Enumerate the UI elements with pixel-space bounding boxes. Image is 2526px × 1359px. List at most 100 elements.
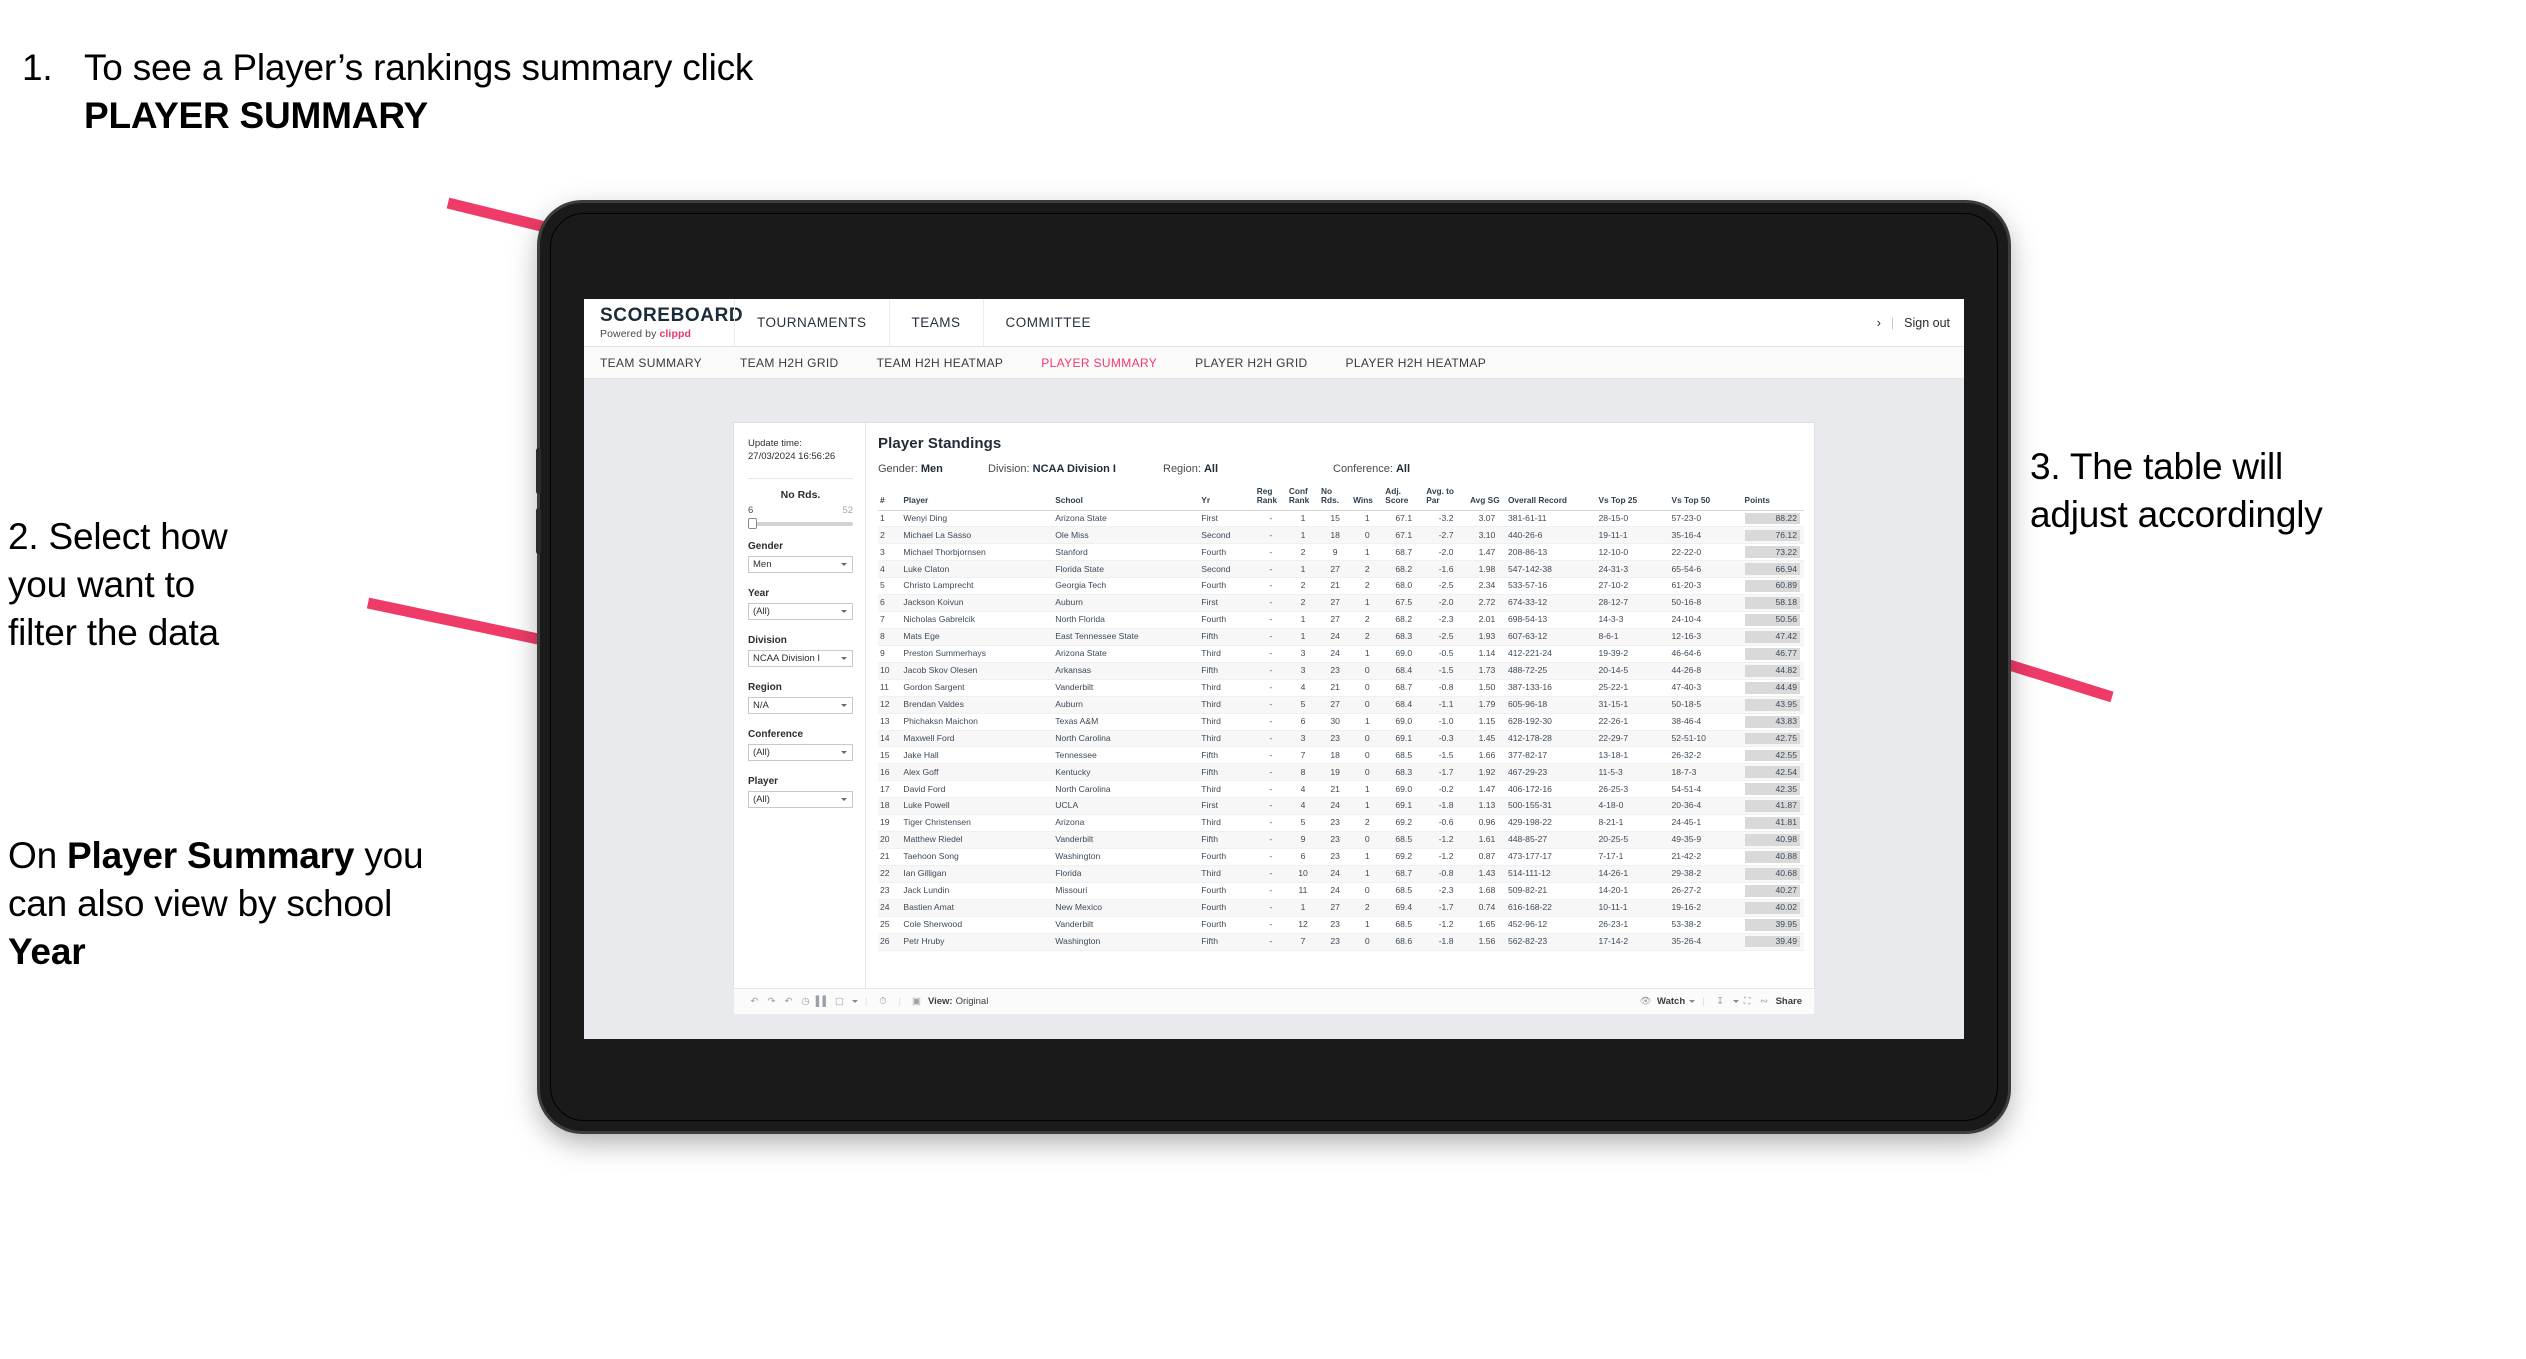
col-player[interactable]: Player	[901, 485, 1054, 511]
view-shape-icon[interactable]: ▢	[831, 993, 848, 1010]
table-row[interactable]: 11 Gordon Sargent Vanderbilt Third -4 21 0 68.7…	[878, 679, 1804, 697]
filter-gender-select[interactable]: Men	[748, 555, 853, 573]
cell-yr: Third	[1199, 645, 1255, 663]
cell-school: Washington	[1053, 933, 1200, 951]
watch-label[interactable]: Watch	[1657, 996, 1685, 1007]
table-row[interactable]: 14 Maxwell Ford North Carolina Third -3 23 0 69…	[878, 730, 1804, 748]
no-rounds-slider-track[interactable]	[748, 518, 853, 530]
table-row[interactable]: 13 Phichaksn Maichon Texas A&M Third -6 30 1 69…	[878, 713, 1804, 731]
chevron-down-icon[interactable]	[1732, 1000, 1739, 1003]
cell-points: 40.68	[1742, 865, 1804, 883]
cell-reg-rank: -	[1254, 611, 1287, 630]
alerts-clock-icon[interactable]: ⏱	[874, 993, 891, 1010]
view-original-icon[interactable]: ▣	[908, 993, 925, 1010]
table-row[interactable]: 7 Nicholas Gabrelcik North Florida Fourth -1…	[878, 611, 1804, 630]
tab-team-h2h-heatmap[interactable]: TEAM H2H HEATMAP	[877, 356, 1024, 370]
chevron-down-icon[interactable]	[852, 1000, 858, 1003]
cell-vs-top-50: 24-45-1	[1669, 814, 1743, 833]
cell-wins: 0	[1351, 831, 1384, 849]
cell-school: Vanderbilt	[1053, 831, 1200, 849]
col-avg-sg[interactable]: Avg SG	[1468, 485, 1506, 511]
revert-icon[interactable]: ↶	[780, 993, 797, 1010]
table-row[interactable]: 6 Jackson Koivun Auburn First -2 27 1 67.5 -2.0 2…	[878, 594, 1804, 613]
cell-vs-top-25: 14-26-1	[1596, 865, 1670, 883]
col-vs-top-25[interactable]: Vs Top 25	[1596, 485, 1670, 511]
sign-out-link[interactable]: Sign out	[1904, 316, 1950, 330]
nav-item-teams[interactable]: TEAMS	[888, 299, 983, 346]
chevron-down-icon[interactable]	[1689, 1000, 1696, 1003]
no-rounds-slider-handle[interactable]	[748, 518, 757, 530]
table-row[interactable]: 10 Jacob Skov Olesen Arkansas Fifth -3 23 0 68.…	[878, 662, 1804, 680]
watch-eye-icon[interactable]: 👁	[1637, 993, 1654, 1010]
redo-icon[interactable]: ↷	[763, 993, 780, 1010]
table-row[interactable]: 3 Michael Thorbjornsen Stanford Fourth -2 9 1 6…	[878, 543, 1804, 562]
summary-division-value: NCAA Division I	[1032, 463, 1116, 475]
fullscreen-icon[interactable]: ⛶	[1739, 993, 1756, 1010]
table-row[interactable]: 20 Matthew Riedel Vanderbilt Fifth -9 23 0 68.5…	[878, 831, 1804, 849]
table-row[interactable]: 21 Taehoon Song Washington Fourth -6 23 1 69.2-…	[878, 848, 1804, 866]
col-no-rounds[interactable]: No Rds.	[1319, 485, 1352, 511]
nav-item-tournaments[interactable]: TOURNAMENTS	[734, 299, 889, 346]
table-row[interactable]: 5 Christo Lamprecht Georgia Tech Fourth -2 21…	[878, 577, 1804, 596]
refresh-icon[interactable]: ◷	[797, 993, 814, 1010]
col-overall-record[interactable]: Overall Record	[1505, 485, 1597, 511]
filter-conference-select[interactable]: (All)	[748, 743, 853, 761]
tab-player-h2h-heatmap[interactable]: PLAYER H2H HEATMAP	[1346, 356, 1507, 370]
col-points[interactable]: Points	[1742, 485, 1804, 511]
table-row[interactable]: 9 Preston Summerhays Arizona State Third -3 2…	[878, 645, 1804, 663]
cell-school: Ole Miss	[1053, 526, 1200, 545]
table-row[interactable]: 23 Jack Lundin Missouri Fourth -11 24 0 68.5 -2.…	[878, 882, 1804, 900]
col-vs-top-50[interactable]: Vs Top 50	[1669, 485, 1743, 511]
cell-points: 40.02	[1742, 899, 1804, 917]
table-row[interactable]: 19 Tiger Christensen Arizona Third -5 23 2 69.2…	[878, 814, 1804, 833]
download-icon[interactable]: ↧	[1712, 993, 1729, 1010]
table-row[interactable]: 16 Alex Goff Kentucky Fifth -8 19 0 68.3 -1.7 1.9…	[878, 763, 1804, 782]
filter-division-select[interactable]: NCAA Division I	[748, 649, 853, 667]
table-row[interactable]: 4 Luke Claton Florida State Second -1 27 2 68.2…	[878, 560, 1804, 579]
nav-item-committee[interactable]: COMMITTEE	[982, 299, 1114, 346]
col-wins[interactable]: Wins	[1351, 485, 1384, 511]
table-row[interactable]: 17 David Ford North Carolina Third -4 21 1 69.0…	[878, 780, 1804, 799]
table-row[interactable]: 2 Michael La Sasso Ole Miss Second -1 18 0 67.1…	[878, 526, 1804, 545]
col-rank[interactable]: #	[878, 485, 902, 511]
col-school[interactable]: School	[1053, 485, 1200, 511]
filter-player-select[interactable]: (All)	[748, 790, 853, 808]
col-reg-rank[interactable]: Reg Rank	[1254, 485, 1287, 511]
cell-conf-rank: 3	[1286, 645, 1320, 663]
undo-icon[interactable]: ↶	[746, 993, 763, 1010]
tab-team-summary[interactable]: TEAM SUMMARY	[600, 356, 722, 370]
filter-year-select[interactable]: (All)	[748, 602, 853, 620]
table-row[interactable]: 18 Luke Powell UCLA First -4 24 1 69.1 -1.8 1.13 5…	[878, 797, 1804, 816]
points-value: 40.27	[1744, 884, 1800, 897]
pause-updates-icon[interactable]: ▌▌	[814, 993, 831, 1010]
account-chevron-icon[interactable]: ›	[1877, 316, 1881, 330]
cell-no-rds: 27	[1319, 560, 1352, 579]
tab-team-h2h-grid[interactable]: TEAM H2H GRID	[740, 356, 859, 370]
table-row[interactable]: 25 Cole Sherwood Vanderbilt Fourth -12 23 1 68.…	[878, 916, 1804, 934]
cell-: 5	[878, 577, 902, 596]
cell-points: 40.27	[1742, 882, 1804, 900]
cell-points: 44.82	[1742, 662, 1804, 680]
col-adj-score[interactable]: Adj. Score	[1383, 485, 1425, 511]
table-row[interactable]: 1 Wenyi Ding Arizona State First -1 15 1 67.1 -3…	[878, 510, 1804, 528]
cell-reg-rank: -	[1254, 577, 1287, 596]
tab-player-summary[interactable]: PLAYER SUMMARY	[1041, 356, 1177, 370]
table-row[interactable]: 15 Jake Hall Tennessee Fifth -7 18 0 68.5 -1.5 1.…	[878, 746, 1804, 765]
col-conf-rank[interactable]: Conf Rank	[1286, 485, 1320, 511]
table-row[interactable]: 26 Petr Hruby Washington Fifth -7 23 0 68.6 -1.8…	[878, 933, 1804, 951]
table-row[interactable]: 24 Bastien Amat New Mexico Fourth -1 27 2 69.4-…	[878, 899, 1804, 917]
col-avg-to-par[interactable]: Avg. to Par	[1424, 485, 1468, 511]
cell-yr: Fifth	[1199, 628, 1255, 646]
table-row[interactable]: 8 Mats Ege East Tennessee State Fifth -1 24 2 6…	[878, 628, 1804, 646]
filter-region-select[interactable]: N/A	[748, 696, 853, 714]
share-label[interactable]: Share	[1776, 996, 1802, 1007]
tab-player-h2h-grid[interactable]: PLAYER H2H GRID	[1195, 356, 1327, 370]
share-icon[interactable]: ∾	[1756, 993, 1773, 1010]
table-row[interactable]: 12 Brendan Valdes Auburn Third -5 27 0 68.4 -1.1…	[878, 696, 1804, 714]
col-year[interactable]: Yr	[1199, 485, 1255, 511]
filter-conference-label: Conference	[748, 728, 804, 740]
cell-conf-rank: 2	[1286, 577, 1320, 596]
no-rounds-values: 6 52	[748, 505, 853, 516]
table-row[interactable]: 22 Ian Gilligan Florida Third -10 24 1 68.7 -0.8…	[878, 865, 1804, 883]
cell-vs-top-25: 20-14-5	[1596, 662, 1670, 680]
